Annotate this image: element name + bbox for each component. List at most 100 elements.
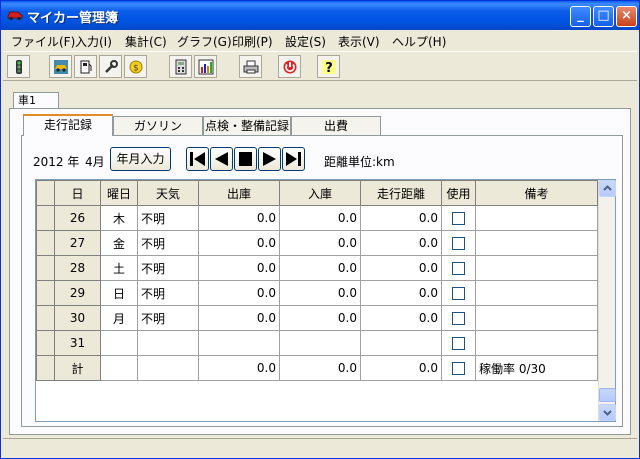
col-day[interactable]: 日 <box>54 180 101 206</box>
row-header[interactable] <box>36 280 55 306</box>
cell-distance[interactable] <box>360 330 442 356</box>
maximize-button[interactable]: □ <box>593 6 614 27</box>
cell-weekday[interactable]: 木 <box>100 205 138 231</box>
cell-notes[interactable]: 稼働率 0/30 <box>475 355 598 381</box>
minimize-button[interactable]: _ <box>570 6 591 27</box>
cell-arrival[interactable]: 0.0 <box>279 305 361 331</box>
cell-weather[interactable]: 不明 <box>137 205 199 231</box>
cell-arrival[interactable]: 0.0 <box>279 355 361 381</box>
menu-aggregate[interactable]: 集計(C) <box>125 33 167 50</box>
col-departure[interactable]: 出庫 <box>198 180 280 206</box>
cell-arrival[interactable]: 0.0 <box>279 205 361 231</box>
cell-weekday[interactable]: 日 <box>100 280 138 306</box>
cell-day[interactable]: 30 <box>54 305 101 331</box>
calculator-icon[interactable] <box>169 55 192 78</box>
cell-weekday[interactable]: 月 <box>100 305 138 331</box>
first-record-button[interactable] <box>186 147 209 171</box>
cell-used[interactable] <box>441 255 476 281</box>
used-checkbox[interactable] <box>452 287 465 300</box>
row-header[interactable] <box>36 305 55 331</box>
row-header[interactable] <box>36 230 55 256</box>
printer-icon[interactable] <box>239 55 262 78</box>
total-row[interactable]: 計 0.0 0.0 0.0 稼働率 0/30 <box>36 355 598 381</box>
scroll-up-button[interactable] <box>599 180 616 197</box>
cell-weather[interactable]: 不明 <box>137 255 199 281</box>
cell-departure[interactable]: 0.0 <box>198 355 280 381</box>
cell-notes[interactable] <box>475 205 598 231</box>
cell-departure[interactable]: 0.0 <box>198 280 280 306</box>
cell-departure[interactable]: 0.0 <box>198 205 280 231</box>
col-distance[interactable]: 走行距離 <box>360 180 442 206</box>
cell-used[interactable] <box>441 330 476 356</box>
cell-used[interactable] <box>441 305 476 331</box>
cell-notes[interactable] <box>475 305 598 331</box>
scroll-down-button[interactable] <box>599 404 616 421</box>
cell-departure[interactable]: 0.0 <box>198 255 280 281</box>
menu-help[interactable]: ヘルプ(H) <box>392 33 446 50</box>
used-checkbox[interactable] <box>452 212 465 225</box>
cell-distance[interactable]: 0.0 <box>360 205 442 231</box>
cell-weather[interactable]: 不明 <box>137 305 199 331</box>
cell-departure[interactable]: 0.0 <box>198 305 280 331</box>
cell-weather[interactable] <box>137 355 199 381</box>
table-row[interactable]: 27 金 不明 0.0 0.0 0.0 <box>36 230 598 256</box>
cell-notes[interactable] <box>475 255 598 281</box>
previous-record-button[interactable] <box>210 147 233 171</box>
cell-day[interactable]: 29 <box>54 280 101 306</box>
close-button[interactable]: × <box>616 6 637 27</box>
tab-inspection[interactable]: 点検・整備記録 <box>203 116 291 136</box>
used-checkbox[interactable] <box>452 362 465 375</box>
cell-day[interactable]: 26 <box>54 205 101 231</box>
last-record-button[interactable] <box>282 147 305 171</box>
table-row[interactable]: 26 木 不明 0.0 0.0 0.0 <box>36 205 598 231</box>
cell-departure[interactable]: 0.0 <box>198 230 280 256</box>
cell-weather[interactable]: 不明 <box>137 230 199 256</box>
cell-used[interactable] <box>441 280 476 306</box>
next-record-button[interactable] <box>258 147 281 171</box>
cell-weekday[interactable]: 金 <box>100 230 138 256</box>
table-row[interactable]: 28 土 不明 0.0 0.0 0.0 <box>36 255 598 281</box>
cell-day[interactable]: 28 <box>54 255 101 281</box>
row-header[interactable] <box>36 255 55 281</box>
menu-print[interactable]: 印刷(P) <box>232 33 273 50</box>
col-weekday[interactable]: 曜日 <box>100 180 138 206</box>
used-checkbox[interactable] <box>452 237 465 250</box>
cell-day[interactable]: 計 <box>54 355 101 381</box>
cell-weekday[interactable]: 土 <box>100 255 138 281</box>
cell-distance[interactable]: 0.0 <box>360 255 442 281</box>
tab-driving-log[interactable]: 走行記録 <box>23 114 113 136</box>
cell-notes[interactable] <box>475 280 598 306</box>
cell-arrival[interactable]: 0.0 <box>279 230 361 256</box>
cell-arrival[interactable]: 0.0 <box>279 255 361 281</box>
cell-used[interactable] <box>441 230 476 256</box>
row-header[interactable] <box>36 355 55 381</box>
cell-distance[interactable]: 0.0 <box>360 230 442 256</box>
cell-notes[interactable] <box>475 230 598 256</box>
row-header[interactable] <box>36 330 55 356</box>
car-icon[interactable] <box>49 55 72 78</box>
coin-icon[interactable]: $ <box>124 55 147 78</box>
vertical-scrollbar[interactable] <box>598 180 616 421</box>
used-checkbox[interactable] <box>452 312 465 325</box>
tab-gasoline[interactable]: ガソリン <box>113 116 203 136</box>
scroll-thumb[interactable] <box>599 388 616 402</box>
chart-icon[interactable] <box>194 55 217 78</box>
cell-weather[interactable]: 不明 <box>137 280 199 306</box>
cell-used[interactable] <box>441 205 476 231</box>
tab-car-1[interactable]: 車1 <box>13 92 59 109</box>
cell-arrival[interactable]: 0.0 <box>279 280 361 306</box>
row-header[interactable] <box>36 205 55 231</box>
menu-settings[interactable]: 設定(S) <box>285 33 326 50</box>
table-row[interactable]: 29 日 不明 0.0 0.0 0.0 <box>36 280 598 306</box>
fuel-icon[interactable] <box>74 55 97 78</box>
used-checkbox[interactable] <box>452 337 465 350</box>
wrench-icon[interactable] <box>99 55 122 78</box>
menu-view[interactable]: 表示(V) <box>338 33 380 50</box>
cell-distance[interactable]: 0.0 <box>360 305 442 331</box>
cell-weekday[interactable] <box>100 355 138 381</box>
cell-notes[interactable] <box>475 330 598 356</box>
table-row[interactable]: 30 月 不明 0.0 0.0 0.0 <box>36 305 598 331</box>
cell-arrival[interactable] <box>279 330 361 356</box>
menu-graph[interactable]: グラフ(G) <box>177 33 232 50</box>
tab-expenses[interactable]: 出費 <box>291 116 381 136</box>
